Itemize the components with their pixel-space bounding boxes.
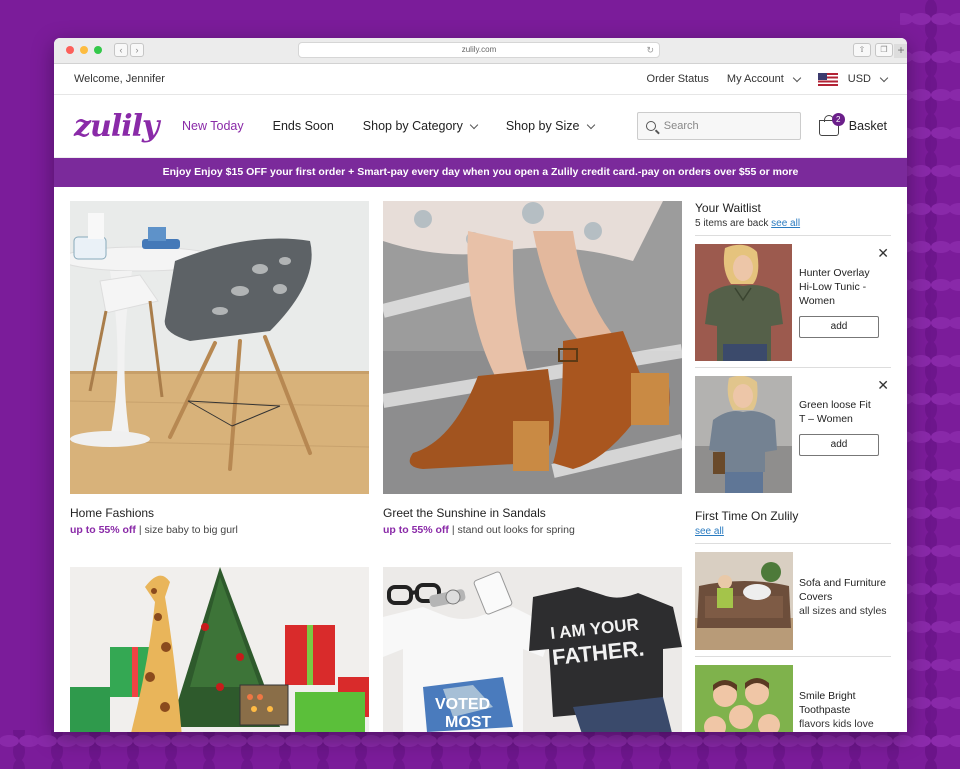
sidebar: Your Waitlist 5 items are back see all H… — [695, 201, 891, 732]
us-flag-icon — [817, 72, 838, 86]
event-tile-sandals[interactable]: Greet the Sunshine in Sandals up to 55% … — [383, 201, 682, 536]
utility-bar: Welcome, Jennifer Order Status My Accoun… — [54, 64, 907, 95]
divider — [695, 656, 891, 657]
waitlist-see-all-link[interactable]: see all — [771, 218, 800, 229]
close-icon[interactable]: ✕ — [877, 378, 889, 392]
product-name[interactable]: Green loose Fit T – Women — [799, 398, 879, 426]
search-placeholder: Search — [663, 120, 699, 132]
event-image-sandals[interactable] — [383, 201, 682, 494]
waitlist-meta: 5 items are back see all — [695, 218, 891, 229]
browser-titlebar: ‹ › zulily.com ↻ ⇧ ❐ + — [54, 38, 907, 64]
add-to-basket-button[interactable]: add — [799, 316, 879, 338]
product-image[interactable] — [695, 244, 792, 361]
product-image[interactable] — [695, 552, 793, 650]
product-image[interactable] — [695, 665, 793, 732]
nav-shop-by-size-label: Shop by Size — [505, 119, 580, 133]
browser-window: ‹ › zulily.com ↻ ⇧ ❐ + Welcome, Jennifer… — [54, 38, 907, 732]
svg-text:VOTED: VOTED — [435, 696, 490, 713]
order-status-label: Order Status — [646, 73, 709, 85]
product-image[interactable] — [695, 376, 792, 493]
tabs-icon[interactable]: ❐ — [875, 43, 893, 57]
url-text: zulily.com — [461, 45, 497, 54]
close-icon[interactable]: ✕ — [877, 246, 889, 260]
zulily-logo[interactable]: zulily — [74, 109, 182, 144]
basket-label: Basket — [848, 119, 887, 133]
currency-selector[interactable]: USD — [817, 72, 889, 86]
product-detail: flavors kids love — [799, 718, 874, 730]
main-nav: New Today Ends Soon Shop by Category Sho… — [182, 119, 595, 133]
first-time-see-all-link[interactable]: see all — [695, 526, 724, 537]
chevron-down-icon — [586, 120, 595, 129]
event-tile-home-fashions[interactable]: Home Fashions up to 55% off | size baby … — [70, 201, 369, 536]
product-name[interactable]: Hunter Overlay Hi-Low Tunic - Women — [799, 266, 879, 308]
first-time-item[interactable]: Sofa and Furniture Covers all sizes and s… — [695, 552, 891, 650]
product-title: Sofa and Furniture Covers — [799, 577, 886, 603]
add-to-basket-button[interactable]: add — [799, 434, 879, 456]
waitlist-count-text: 5 items are back — [695, 218, 772, 229]
my-account-label: My Account — [726, 73, 784, 85]
my-account-menu[interactable]: My Account — [726, 73, 802, 85]
forward-arrow-icon[interactable]: › — [130, 43, 144, 57]
nav-shop-by-size[interactable]: Shop by Size — [505, 119, 595, 133]
back-arrow-icon[interactable]: ‹ — [114, 43, 128, 57]
svg-text:MOST: MOST — [445, 714, 491, 731]
currency-label: USD — [847, 73, 871, 85]
minimize-window-button[interactable] — [80, 46, 88, 54]
promo-banner[interactable]: Enjoy Enjoy $15 OFF your first order + S… — [54, 158, 907, 187]
window-controls — [66, 46, 102, 54]
event-title[interactable]: Greet the Sunshine in Sandals — [383, 506, 682, 520]
event-tile-tees[interactable]: VOTED MOST I AM YOUR FATHER. — [383, 567, 682, 732]
event-title[interactable]: Home Fashions — [70, 506, 369, 520]
event-deal: up to 55% off — [70, 524, 136, 536]
divider — [695, 367, 891, 368]
event-deal: up to 55% off — [383, 524, 449, 536]
share-icon[interactable]: ⇧ — [853, 43, 871, 57]
search-input[interactable]: Search — [636, 112, 801, 140]
event-image-holiday[interactable] — [70, 567, 369, 732]
waitlist-title: Your Waitlist — [695, 201, 761, 215]
nav-shop-by-category-label: Shop by Category — [362, 119, 463, 133]
product-name[interactable]: Sofa and Furniture Covers all sizes and s… — [799, 552, 887, 650]
site-header: zulily New Today Ends Soon Shop by Categ… — [54, 95, 907, 158]
event-desc: | stand out looks for spring — [448, 524, 575, 536]
address-bar[interactable]: zulily.com ↻ — [298, 42, 660, 58]
first-time-item[interactable]: Smile Bright Toothpaste flavors kids love — [695, 665, 891, 732]
close-window-button[interactable] — [66, 46, 74, 54]
waitlist-item[interactable]: Hunter Overlay Hi-Low Tunic - Women add … — [695, 244, 891, 361]
chevron-down-icon — [879, 73, 889, 82]
product-name[interactable]: Smile Bright Toothpaste flavors kids love — [799, 665, 887, 732]
first-time-title: First Time On Zulily — [695, 509, 799, 523]
event-desc: | size baby to big gurl — [135, 524, 238, 536]
divider — [695, 543, 891, 544]
reload-icon[interactable]: ↻ — [646, 43, 654, 57]
search-icon — [645, 121, 656, 131]
welcome-text: Welcome, Jennifer — [74, 73, 165, 85]
product-detail: all sizes and styles — [799, 605, 887, 617]
basket-count-badge: 2 — [831, 113, 845, 126]
new-tab-icon[interactable]: + — [894, 44, 907, 58]
event-image-chair[interactable] — [70, 201, 369, 494]
divider — [695, 235, 891, 236]
waitlist-item[interactable]: Green loose Fit T – Women add ✕ — [695, 376, 891, 493]
event-image-tees[interactable]: VOTED MOST I AM YOUR FATHER. — [383, 567, 682, 732]
main-content: Home Fashions up to 55% off | size baby … — [54, 187, 907, 732]
nav-shop-by-category[interactable]: Shop by Category — [362, 119, 479, 133]
order-status-link[interactable]: Order Status — [647, 73, 709, 85]
nav-ends-soon[interactable]: Ends Soon — [273, 119, 334, 133]
maximize-window-button[interactable] — [94, 46, 102, 54]
nav-new-today[interactable]: New Today — [182, 119, 244, 133]
basket-button[interactable]: 2 Basket — [818, 113, 887, 136]
chevron-down-icon — [792, 73, 802, 82]
event-subtitle: up to 55% off | size baby to big gurl — [70, 524, 369, 536]
shopping-bag-icon: 2 — [818, 113, 845, 136]
chevron-down-icon — [469, 120, 479, 129]
product-title: Smile Bright Toothpaste — [799, 690, 856, 716]
first-time-meta: see all — [695, 526, 891, 537]
event-tile-holiday[interactable] — [70, 567, 369, 732]
event-subtitle: up to 55% off | stand out looks for spri… — [383, 524, 682, 536]
